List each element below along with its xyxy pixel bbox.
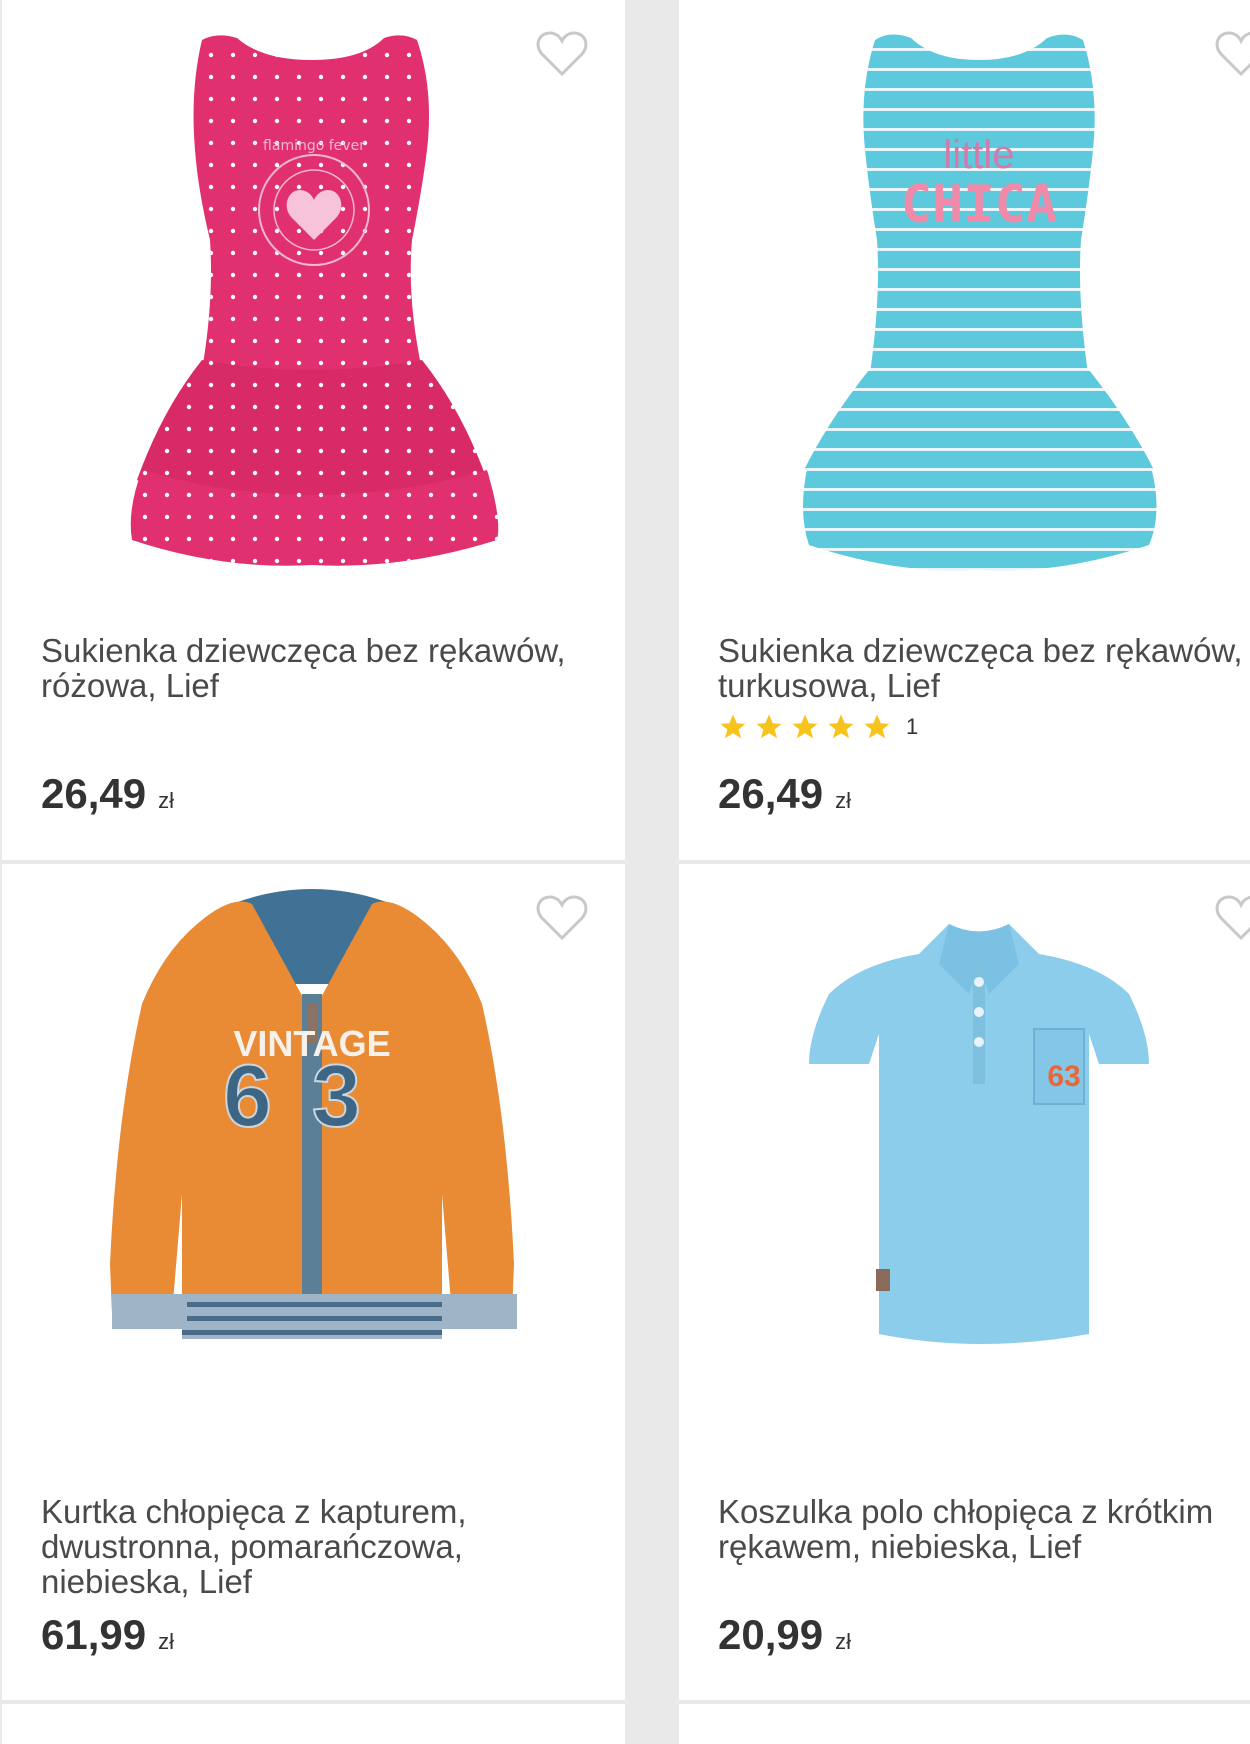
dress-print-text: little <box>943 133 1014 177</box>
product-card[interactable]: 63 Koszulka polo chłopięca z krótkim ręk… <box>679 864 1250 1700</box>
product-rating: 1 <box>718 712 918 742</box>
product-card[interactable]: flamingo fever Sukienka dziewczęca bez r… <box>2 0 625 860</box>
product-price: 26,49 zł <box>41 770 174 817</box>
product-price: 26,49 zł <box>718 770 851 817</box>
product-title[interactable]: Sukienka dziewczęca bez rękawów, różowa,… <box>41 633 601 703</box>
blue-polo-image[interactable]: 63 <box>679 864 1250 1464</box>
star-icon <box>720 714 746 739</box>
product-card[interactable]: VINTAGE 63 Kurtka chłopięca z kapturem, … <box>2 864 625 1700</box>
pink-dress-image[interactable]: flamingo fever <box>2 0 625 600</box>
product-title[interactable]: Sukienka dziewczęca bez rękawów, turkuso… <box>718 633 1250 703</box>
star-icon <box>756 714 782 739</box>
hoodie-print-number: 63 <box>223 1046 401 1145</box>
product-card[interactable] <box>2 1704 625 1744</box>
rating-count: 1 <box>906 714 919 739</box>
star-icon <box>828 714 854 739</box>
orange-hoodie-image[interactable]: VINTAGE 63 <box>2 864 625 1464</box>
product-card[interactable]: little CHICA Sukienka dziewczęca bez ręk… <box>679 0 1250 860</box>
dress-print-text: flamingo fever <box>263 138 365 154</box>
product-title[interactable]: Kurtka chłopięca z kapturem, dwustronna,… <box>41 1494 601 1599</box>
polo-print-number: 63 <box>1047 1060 1080 1093</box>
product-price: 61,99 zł <box>41 1611 174 1658</box>
product-price: 20,99 zł <box>718 1611 851 1658</box>
product-title[interactable]: Koszulka polo chłopięca z krótkim rękawe… <box>718 1494 1250 1564</box>
star-icon <box>864 714 890 739</box>
product-card[interactable] <box>679 1704 1250 1744</box>
turquoise-dress-image[interactable]: little CHICA <box>679 0 1250 600</box>
dress-print-text: CHICA <box>901 175 1058 235</box>
product-grid: flamingo fever Sukienka dziewczęca bez r… <box>0 0 1250 1744</box>
star-icon <box>792 714 818 739</box>
